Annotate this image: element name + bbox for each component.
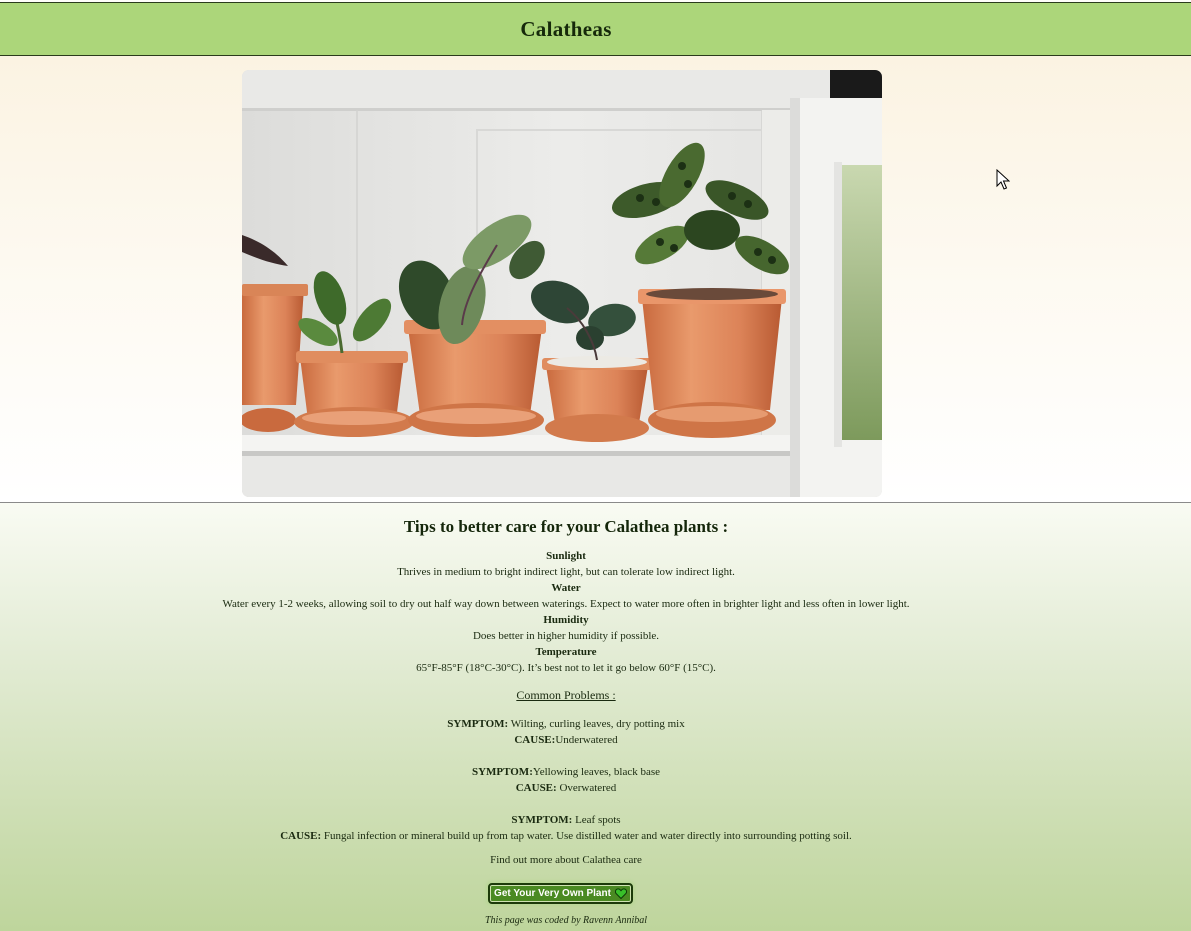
tips-title: Tips to better care for your Calathea pl…	[403, 517, 729, 536]
sunlight-heading: Sunlight	[546, 550, 586, 562]
humidity-heading: Humidity	[543, 614, 589, 626]
humidity-text: Does better in higher humidity if possib…	[472, 630, 660, 642]
water-heading: Water	[551, 582, 581, 594]
hero-section	[0, 56, 1191, 502]
get-plant-button-label: Get Your Very Own Plant	[494, 888, 611, 899]
sunlight-text: Thrives in medium to bright indirect lig…	[397, 566, 735, 578]
problem-1-symptom: SYMPTOM: Wilting, curling leaves, dry po…	[447, 718, 685, 730]
temperature-text: 65°F-85°F (18°C-30°C). It’s best not to …	[416, 662, 716, 674]
care-tips-section: Tips to better care for your Calathea pl…	[0, 503, 1191, 931]
get-plant-button[interactable]: Get Your Very Own Plant	[488, 883, 633, 904]
common-problems-heading: Common Problems :	[516, 688, 616, 702]
problem-3-cause: CAUSE: Fungal infection or mineral build…	[280, 830, 852, 842]
problem-3-symptom: SYMPTOM: Leaf spots	[511, 814, 621, 826]
water-text: Water every 1-2 weeks, allowing soil to …	[222, 598, 910, 610]
heart-icon	[614, 888, 627, 899]
page-header: Calatheas	[0, 2, 1191, 56]
page-footer-credit: This page was coded by Ravenn Annibal	[484, 915, 648, 926]
more-info-link[interactable]: Find out more about Calathea care	[0, 853, 1191, 867]
page-title: Calatheas	[520, 17, 612, 41]
plant-shelf-illustration	[242, 70, 882, 497]
calathea-plants-photo	[242, 70, 882, 497]
temperature-heading: Temperature	[535, 646, 597, 658]
problem-2-symptom: SYMPTOM:Yellowing leaves, black base	[471, 766, 661, 778]
mouse-pointer-icon	[996, 169, 1010, 190]
problem-2-cause: CAUSE: Overwatered	[515, 782, 617, 794]
problem-1-cause: CAUSE:Underwatered	[514, 734, 618, 746]
